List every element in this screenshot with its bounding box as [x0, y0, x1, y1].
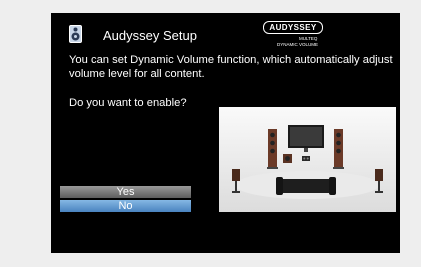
audyssey-logo: AUDYSSEY MULTEQ DYNAMIC VOLUME [263, 21, 323, 55]
center-speaker-icon [302, 156, 310, 161]
tv-icon [288, 125, 324, 152]
logo-brand: AUDYSSEY [263, 21, 323, 34]
speaker-icon [69, 25, 82, 43]
subwoofer-icon [283, 154, 292, 163]
front-left-speaker-icon [267, 129, 278, 169]
sofa-icon [276, 177, 336, 195]
setup-screen: Audyssey Setup AUDYSSEY MULTEQ DYNAMIC V… [51, 13, 400, 253]
enable-options-menu: Yes No [60, 186, 191, 214]
description-text: You can set Dynamic Volume function, whi… [69, 54, 393, 80]
option-no[interactable]: No [60, 200, 191, 212]
page-title: Audyssey Setup [103, 28, 197, 43]
option-yes[interactable]: Yes [60, 186, 191, 198]
home-theater-speakers-illustration [219, 107, 396, 212]
question-text: Do you want to enable? [69, 97, 187, 109]
logo-line1: MULTEQ [299, 36, 318, 41]
logo-line2: DYNAMIC VOLUME [277, 42, 319, 47]
front-right-speaker-icon [333, 129, 344, 169]
surround-right-speaker-icon [375, 169, 383, 193]
